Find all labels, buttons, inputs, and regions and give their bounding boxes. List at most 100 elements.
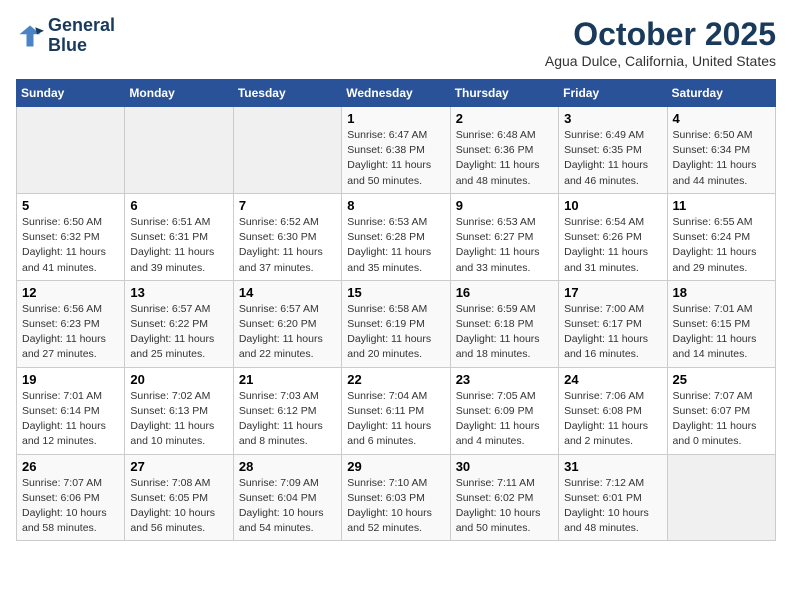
- calendar-cell: [17, 107, 125, 194]
- day-number: 22: [347, 372, 444, 387]
- calendar-cell: 20 Sunrise: 7:02 AM Sunset: 6:13 PM Dayli…: [125, 367, 233, 454]
- day-number: 10: [564, 198, 661, 213]
- day-number: 20: [130, 372, 227, 387]
- day-info: Sunrise: 7:04 AM Sunset: 6:11 PM Dayligh…: [347, 389, 444, 450]
- calendar-cell: [667, 454, 775, 541]
- calendar-header-row: SundayMondayTuesdayWednesdayThursdayFrid…: [17, 80, 776, 107]
- day-info: Sunrise: 7:02 AM Sunset: 6:13 PM Dayligh…: [130, 389, 227, 450]
- day-number: 24: [564, 372, 661, 387]
- weekday-header: Friday: [559, 80, 667, 107]
- calendar-cell: 17 Sunrise: 7:00 AM Sunset: 6:17 PM Dayli…: [559, 280, 667, 367]
- calendar-cell: 21 Sunrise: 7:03 AM Sunset: 6:12 PM Dayli…: [233, 367, 341, 454]
- day-number: 30: [456, 459, 553, 474]
- calendar-cell: 13 Sunrise: 6:57 AM Sunset: 6:22 PM Dayli…: [125, 280, 233, 367]
- calendar-cell: 14 Sunrise: 6:57 AM Sunset: 6:20 PM Dayli…: [233, 280, 341, 367]
- day-info: Sunrise: 6:54 AM Sunset: 6:26 PM Dayligh…: [564, 215, 661, 276]
- day-info: Sunrise: 7:12 AM Sunset: 6:01 PM Dayligh…: [564, 476, 661, 537]
- weekday-header: Thursday: [450, 80, 558, 107]
- day-info: Sunrise: 7:01 AM Sunset: 6:14 PM Dayligh…: [22, 389, 119, 450]
- day-number: 4: [673, 111, 770, 126]
- day-number: 31: [564, 459, 661, 474]
- day-info: Sunrise: 7:08 AM Sunset: 6:05 PM Dayligh…: [130, 476, 227, 537]
- day-number: 21: [239, 372, 336, 387]
- day-info: Sunrise: 7:01 AM Sunset: 6:15 PM Dayligh…: [673, 302, 770, 363]
- calendar-cell: 2Sunrise: 6:48 AM Sunset: 6:36 PM Daylig…: [450, 107, 558, 194]
- title-block: October 2025 Agua Dulce, California, Uni…: [545, 16, 776, 69]
- day-info: Sunrise: 6:51 AM Sunset: 6:31 PM Dayligh…: [130, 215, 227, 276]
- calendar-cell: 11 Sunrise: 6:55 AM Sunset: 6:24 PM Dayli…: [667, 193, 775, 280]
- day-info: Sunrise: 7:03 AM Sunset: 6:12 PM Dayligh…: [239, 389, 336, 450]
- day-number: 3: [564, 111, 661, 126]
- day-info: Sunrise: 7:09 AM Sunset: 6:04 PM Dayligh…: [239, 476, 336, 537]
- day-number: 9: [456, 198, 553, 213]
- calendar-body: 1 Sunrise: 6:47 AM Sunset: 6:38 PM Daylig…: [17, 107, 776, 541]
- calendar-week-row: 1 Sunrise: 6:47 AM Sunset: 6:38 PM Daylig…: [17, 107, 776, 194]
- month-title: October 2025: [545, 16, 776, 53]
- calendar-cell: 1 Sunrise: 6:47 AM Sunset: 6:38 PM Daylig…: [342, 107, 450, 194]
- day-number: 2: [456, 111, 553, 126]
- day-info: Sunrise: 7:07 AM Sunset: 6:07 PM Dayligh…: [673, 389, 770, 450]
- calendar-cell: 7Sunrise: 6:52 AM Sunset: 6:30 PM Daylig…: [233, 193, 341, 280]
- calendar-cell: 4 Sunrise: 6:50 AM Sunset: 6:34 PM Daylig…: [667, 107, 775, 194]
- logo-bird-icon: [16, 22, 44, 50]
- day-info: Sunrise: 6:53 AM Sunset: 6:27 PM Dayligh…: [456, 215, 553, 276]
- day-info: Sunrise: 6:56 AM Sunset: 6:23 PM Dayligh…: [22, 302, 119, 363]
- day-number: 29: [347, 459, 444, 474]
- calendar-cell: 15Sunrise: 6:58 AM Sunset: 6:19 PM Dayli…: [342, 280, 450, 367]
- day-number: 12: [22, 285, 119, 300]
- day-number: 17: [564, 285, 661, 300]
- day-number: 14: [239, 285, 336, 300]
- calendar-cell: 25 Sunrise: 7:07 AM Sunset: 6:07 PM Dayli…: [667, 367, 775, 454]
- calendar-cell: 30Sunrise: 7:11 AM Sunset: 6:02 PM Dayli…: [450, 454, 558, 541]
- day-number: 8: [347, 198, 444, 213]
- calendar-cell: [125, 107, 233, 194]
- calendar-cell: 18Sunrise: 7:01 AM Sunset: 6:15 PM Dayli…: [667, 280, 775, 367]
- calendar-table: SundayMondayTuesdayWednesdayThursdayFrid…: [16, 79, 776, 541]
- day-info: Sunrise: 6:57 AM Sunset: 6:20 PM Dayligh…: [239, 302, 336, 363]
- weekday-header: Sunday: [17, 80, 125, 107]
- day-number: 27: [130, 459, 227, 474]
- weekday-header: Wednesday: [342, 80, 450, 107]
- calendar-cell: 12 Sunrise: 6:56 AM Sunset: 6:23 PM Dayli…: [17, 280, 125, 367]
- weekday-header: Monday: [125, 80, 233, 107]
- calendar-week-row: 19 Sunrise: 7:01 AM Sunset: 6:14 PM Dayli…: [17, 367, 776, 454]
- day-number: 1: [347, 111, 444, 126]
- calendar-cell: 27 Sunrise: 7:08 AM Sunset: 6:05 PM Dayli…: [125, 454, 233, 541]
- day-number: 15: [347, 285, 444, 300]
- day-info: Sunrise: 6:50 AM Sunset: 6:32 PM Dayligh…: [22, 215, 119, 276]
- day-info: Sunrise: 6:53 AM Sunset: 6:28 PM Dayligh…: [347, 215, 444, 276]
- calendar-cell: 29Sunrise: 7:10 AM Sunset: 6:03 PM Dayli…: [342, 454, 450, 541]
- calendar-cell: 26Sunrise: 7:07 AM Sunset: 6:06 PM Dayli…: [17, 454, 125, 541]
- day-info: Sunrise: 6:50 AM Sunset: 6:34 PM Dayligh…: [673, 128, 770, 189]
- day-info: Sunrise: 6:55 AM Sunset: 6:24 PM Dayligh…: [673, 215, 770, 276]
- day-info: Sunrise: 6:47 AM Sunset: 6:38 PM Dayligh…: [347, 128, 444, 189]
- calendar-cell: 23Sunrise: 7:05 AM Sunset: 6:09 PM Dayli…: [450, 367, 558, 454]
- logo: General Blue: [16, 16, 115, 56]
- logo-text: General Blue: [48, 16, 115, 56]
- calendar-cell: 6Sunrise: 6:51 AM Sunset: 6:31 PM Daylig…: [125, 193, 233, 280]
- day-number: 23: [456, 372, 553, 387]
- day-info: Sunrise: 6:59 AM Sunset: 6:18 PM Dayligh…: [456, 302, 553, 363]
- day-number: 25: [673, 372, 770, 387]
- day-number: 13: [130, 285, 227, 300]
- day-info: Sunrise: 6:57 AM Sunset: 6:22 PM Dayligh…: [130, 302, 227, 363]
- page-header: General Blue October 2025 Agua Dulce, Ca…: [16, 16, 776, 69]
- calendar-cell: 8 Sunrise: 6:53 AM Sunset: 6:28 PM Daylig…: [342, 193, 450, 280]
- day-info: Sunrise: 6:49 AM Sunset: 6:35 PM Dayligh…: [564, 128, 661, 189]
- day-info: Sunrise: 7:00 AM Sunset: 6:17 PM Dayligh…: [564, 302, 661, 363]
- location-text: Agua Dulce, California, United States: [545, 53, 776, 69]
- calendar-cell: 16Sunrise: 6:59 AM Sunset: 6:18 PM Dayli…: [450, 280, 558, 367]
- calendar-cell: 19 Sunrise: 7:01 AM Sunset: 6:14 PM Dayli…: [17, 367, 125, 454]
- day-number: 28: [239, 459, 336, 474]
- day-number: 5: [22, 198, 119, 213]
- day-number: 26: [22, 459, 119, 474]
- day-info: Sunrise: 7:06 AM Sunset: 6:08 PM Dayligh…: [564, 389, 661, 450]
- calendar-cell: 22 Sunrise: 7:04 AM Sunset: 6:11 PM Dayli…: [342, 367, 450, 454]
- day-number: 11: [673, 198, 770, 213]
- calendar-cell: 3 Sunrise: 6:49 AM Sunset: 6:35 PM Daylig…: [559, 107, 667, 194]
- day-number: 19: [22, 372, 119, 387]
- calendar-week-row: 12 Sunrise: 6:56 AM Sunset: 6:23 PM Dayli…: [17, 280, 776, 367]
- weekday-header: Saturday: [667, 80, 775, 107]
- calendar-cell: 9 Sunrise: 6:53 AM Sunset: 6:27 PM Daylig…: [450, 193, 558, 280]
- calendar-cell: 28 Sunrise: 7:09 AM Sunset: 6:04 PM Dayli…: [233, 454, 341, 541]
